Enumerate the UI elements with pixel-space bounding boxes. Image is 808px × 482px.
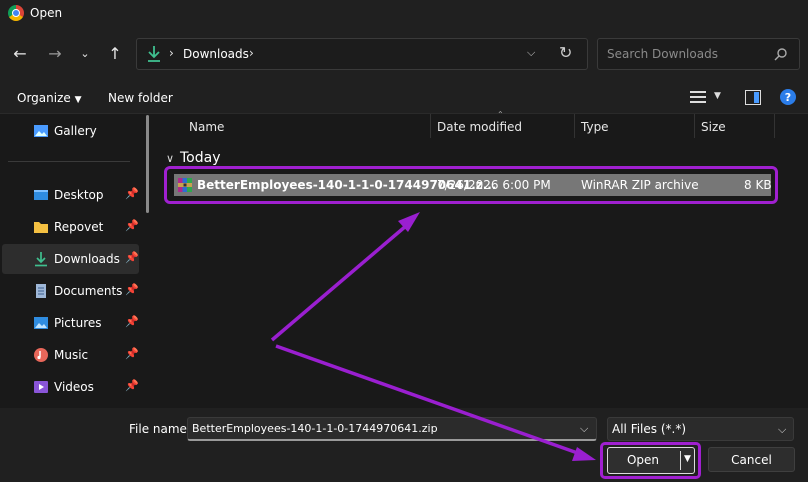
organize-button[interactable]: Organize ▼ (17, 91, 82, 105)
file-type-filter-value: All Files (*.*) (612, 422, 687, 436)
title-bar: Open (0, 0, 808, 26)
help-icon[interactable]: ? (780, 89, 796, 105)
new-folder-button[interactable]: New folder (108, 91, 173, 105)
desktop-icon (34, 190, 48, 200)
sidebar-item-label: Gallery (54, 124, 97, 138)
pin-icon: 📌 (125, 315, 139, 328)
organize-label: Organize (17, 91, 71, 105)
sidebar-item-label: Repovet (54, 220, 104, 234)
column-header-date[interactable]: Date modified (437, 120, 522, 134)
view-dropdown-icon[interactable]: ▼ (714, 91, 721, 101)
organize-dropdown-icon: ▼ (74, 95, 82, 105)
open-button[interactable]: Open ▼ (607, 447, 695, 474)
column-divider[interactable] (694, 114, 695, 138)
music-icon (34, 348, 48, 362)
cancel-button[interactable]: Cancel (708, 447, 795, 472)
pin-icon: 📌 (125, 379, 139, 392)
documents-icon (36, 284, 46, 298)
forward-arrow-icon[interactable]: → (44, 43, 66, 65)
column-divider[interactable] (430, 114, 431, 138)
dialog-footer: File name: ⌵ All Files (*.*) ⌵ Open ▼ Ca… (0, 408, 808, 482)
view-list-icon[interactable] (690, 90, 706, 104)
column-header-name[interactable]: Name (189, 120, 224, 134)
videos-icon (34, 381, 48, 393)
gallery-icon (34, 125, 48, 137)
sidebar-item-videos[interactable]: Videos 📌 (2, 372, 139, 402)
sidebar-item-music[interactable]: Music 📌 (2, 340, 139, 370)
highlight-box (164, 166, 778, 204)
address-dropdown-icon[interactable]: ⌵ (527, 46, 535, 60)
address-bar[interactable]: › Downloads › ⌵ ↻ (136, 38, 588, 70)
sidebar-item-documents[interactable]: Documents 📌 (2, 276, 139, 306)
back-arrow-icon[interactable]: ← (9, 43, 31, 65)
download-icon (148, 46, 160, 62)
svg-text:?: ? (785, 91, 791, 104)
column-header-type[interactable]: Type (581, 120, 609, 134)
file-name-dropdown-icon[interactable]: ⌵ (580, 422, 588, 436)
up-arrow-icon[interactable]: ↑ (104, 43, 126, 65)
preview-pane-icon[interactable] (745, 90, 761, 105)
sidebar-item-label: Desktop (54, 188, 104, 202)
navigation-bar: ← → ⌄ ↑ › Downloads › ⌵ ↻ Search Downloa… (0, 26, 808, 82)
group-collapse-chevron-icon[interactable]: ∨ (166, 152, 174, 165)
sidebar-divider (8, 161, 130, 162)
refresh-icon[interactable]: ↻ (559, 43, 572, 62)
sidebar-item-desktop[interactable]: Desktop 📌 (2, 180, 139, 210)
file-name-label: File name: (129, 422, 191, 436)
search-placeholder: Search Downloads (607, 47, 718, 61)
pictures-icon (34, 317, 48, 329)
column-divider[interactable] (574, 114, 575, 138)
window-title: Open (30, 6, 63, 20)
sidebar-item-label: Pictures (54, 316, 102, 330)
search-input[interactable]: Search Downloads (597, 38, 800, 70)
sort-caret-icon: ⌃ (497, 110, 504, 119)
search-icon (774, 48, 787, 61)
pin-icon: 📌 (125, 347, 139, 360)
filter-dropdown-icon: ⌵ (778, 423, 787, 436)
split-divider (680, 451, 681, 470)
sidebar-item-gallery[interactable]: Gallery (2, 116, 139, 146)
cancel-label: Cancel (731, 453, 772, 467)
recent-locations-chevron-icon[interactable]: ⌄ (74, 43, 96, 65)
chrome-logo-icon (8, 5, 24, 21)
sidebar-scrollbar[interactable] (146, 115, 149, 213)
sidebar-item-repovet[interactable]: Repovet 📌 (2, 212, 139, 242)
folder-icon (34, 222, 48, 233)
download-icon (35, 252, 47, 267)
column-divider[interactable] (774, 114, 775, 138)
pin-icon: 📌 (125, 187, 139, 200)
file-list: Name ⌃ Date modified Type Size ∨ Today B… (158, 110, 808, 408)
navigation-pane: Gallery Desktop 📌 Repovet 📌 Downloads 📌 … (0, 114, 158, 408)
command-toolbar: Organize ▼ New folder ▼ (0, 82, 808, 114)
sidebar-item-pictures[interactable]: Pictures 📌 (2, 308, 139, 338)
sidebar-item-label: Music (54, 348, 89, 362)
group-header-today[interactable]: Today (180, 150, 221, 166)
breadcrumb-chevron-icon[interactable]: › (169, 46, 174, 60)
breadcrumb-downloads[interactable]: Downloads (183, 47, 249, 61)
pin-icon: 📌 (125, 219, 139, 232)
sidebar-item-label: Downloads (54, 252, 120, 266)
sidebar-item-label: Documents (54, 284, 123, 298)
column-header-size[interactable]: Size (701, 120, 726, 134)
file-type-filter-select[interactable]: All Files (*.*) ⌵ (607, 417, 794, 441)
breadcrumb-chevron-icon[interactable]: › (249, 46, 254, 60)
open-options-dropdown-icon[interactable]: ▼ (684, 454, 691, 464)
open-label: Open (626, 453, 660, 467)
pin-icon: 📌 (125, 283, 139, 296)
file-name-field[interactable] (187, 417, 597, 441)
sidebar-item-label: Videos (54, 380, 94, 394)
pin-icon: 📌 (125, 251, 139, 264)
sidebar-item-downloads[interactable]: Downloads 📌 (2, 244, 139, 274)
